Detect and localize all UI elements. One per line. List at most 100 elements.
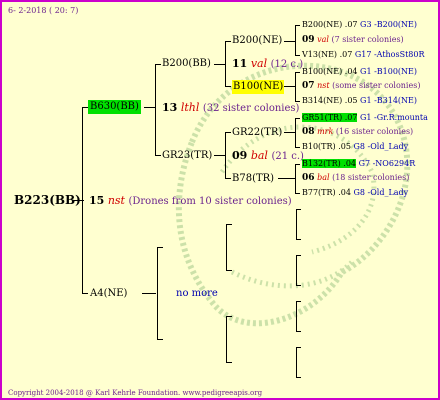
empty-bracket-1-vertical (226, 224, 227, 271)
connector-gen4-4-top (295, 164, 300, 165)
gen1-top-note: (32 sister colonies) (202, 103, 300, 114)
main-node-info: 15 nst (Drones from 10 sister colonies) (89, 194, 292, 209)
gen4-row-5-note: (some sister colonies) (332, 81, 421, 90)
connector-gen3b-top (225, 132, 231, 133)
connector-gen4-2-bottom (295, 101, 300, 102)
gen4-row-9: B10(TR) .05 G8 -Old_Lady (302, 140, 408, 154)
gen4-row-2-note: (7 sister colonies) (331, 35, 404, 44)
gen4-row-7-name: GR51(TR) .07 (302, 113, 358, 122)
connector-gen3b-bottom (225, 178, 231, 179)
header-date: 6- 2-2018 ( 20: 7) (8, 6, 79, 15)
gen2-a-info: 11 val (12 c.) (232, 57, 303, 72)
gen4-row-9-group: G8 -Old_Lady (353, 142, 409, 151)
gen4-row-6-group: G1 -B314(NE) (360, 96, 418, 105)
connector-gen4-1-vertical (295, 25, 296, 56)
empty-bracket-2-vertical (226, 316, 227, 363)
gen4-row-11-note: (18 sister colonies) (332, 173, 410, 182)
connector-gen1-bottom (82, 293, 88, 294)
gen4-row-11-code: bal (317, 173, 330, 182)
empty-bracket-4-vertical (296, 255, 297, 286)
connector-gen4-3-top (295, 118, 300, 119)
gen3-b2-name: B78(TR) (232, 173, 275, 184)
connector-gen3a-vertical (225, 41, 226, 87)
gen2-b-note: (21 c.) (271, 151, 304, 162)
empty-bracket-6-bottom (296, 377, 301, 378)
gen1-top-code: lthl (180, 101, 200, 114)
gen4-row-8-note: (16 sister colonies) (335, 127, 414, 136)
empty-bracket-6-vertical (296, 347, 297, 378)
connector-a4-top (157, 247, 163, 248)
connector-gen4-3-bottom (295, 147, 300, 148)
connector-gen2-vertical (155, 64, 156, 156)
connector-a4-vertical (157, 247, 158, 339)
empty-bracket-6-top (296, 347, 301, 348)
connector-gen4-1-top (295, 25, 300, 26)
empty-bracket-1-top (226, 224, 232, 225)
connector-gen3a-bottom (225, 86, 231, 87)
gen4-row-8: 08 mrk (16 sister colonies) (302, 125, 413, 139)
gen4-row-11-num: 06 (302, 173, 315, 183)
connector-gen4-2-top (295, 72, 300, 73)
gen2-b-num: 09 (232, 149, 248, 162)
gen4-row-12-name: B77(TR) .04 (302, 188, 351, 197)
gen1-top-name: B630(BB) (88, 100, 141, 114)
connector-a4 (142, 293, 156, 294)
gen4-row-2-num: 09 (302, 35, 315, 45)
gen4-row-7: GR51(TR) .07 G1 -Gr.R.mounta (302, 111, 428, 125)
gen2-b-code: bal (250, 149, 268, 162)
empty-bracket-2-bottom (226, 362, 232, 363)
gen4-row-9-name: B10(TR) .05 (302, 142, 351, 151)
gen2-a-name: B200(BB) (162, 58, 211, 69)
empty-bracket-3-vertical (296, 209, 297, 240)
gen4-row-10: B132(TR) .04 G7 -NO6294R (302, 157, 415, 171)
gen2-a-note: (12 c.) (270, 59, 304, 70)
empty-bracket-4-bottom (296, 285, 301, 286)
gen4-row-6-name: B314(NE) .05 (302, 96, 358, 105)
gen2-b-info: 09 bal (21 c.) (232, 149, 304, 164)
connector-gen4-4-vertical (295, 164, 296, 194)
gen4-row-1-name: B200(NE) .07 (302, 20, 358, 29)
gen1-top-num: 13 (162, 101, 178, 114)
gen4-row-7-group: G1 -Gr.R.mounta (360, 113, 428, 122)
gen4-row-5-num: 07 (302, 81, 315, 91)
connector-a4-bottom (157, 339, 163, 340)
gen4-row-11: 06 bal (18 sister colonies) (302, 171, 409, 185)
main-node-note: (Drones from 10 sister colonies) (128, 196, 292, 207)
gen1-top-info: 13 lthl (32 sister colonies) (162, 101, 299, 116)
connector-gen4-4-bottom (295, 193, 300, 194)
gen1-bottom-note: no more (176, 288, 218, 299)
empty-bracket-3-top (296, 209, 301, 210)
gen4-row-10-name: B132(TR) .04 (302, 159, 357, 168)
empty-bracket-3-bottom (296, 239, 301, 240)
main-node-name: B223(BB) (14, 193, 81, 207)
gen2-b-name: GR23(TR) (162, 150, 213, 161)
gen3-a1-name: B200(NE) (232, 35, 283, 46)
gen4-row-1: B200(NE) .07 G3 -B200(NE) (302, 18, 417, 32)
empty-bracket-2-top (226, 316, 232, 317)
gen2-a-code: val (250, 57, 268, 70)
connector-gen4-2-vertical (295, 72, 296, 102)
gen4-row-4: B100(NE) .04 G1 -B100(NE) (302, 65, 417, 79)
gen4-row-2: 09 val (7 sister colonies) (302, 33, 404, 47)
connector-gen4-3-vertical (295, 118, 296, 148)
connector-gen3b-vertical (225, 132, 226, 179)
gen4-row-5: 07 nst (some sister colonies) (302, 79, 420, 93)
gen4-row-4-group: G1 -B100(NE) (360, 67, 418, 76)
empty-bracket-5-vertical (296, 301, 297, 332)
gen3-a2-name: B100(NE) (232, 80, 285, 94)
gen4-row-6: B314(NE) .05 G1 -B314(NE) (302, 94, 417, 108)
gen2-a-num: 11 (232, 57, 248, 70)
main-node-code: nst (107, 194, 125, 207)
connector-gen3a-top (225, 41, 231, 42)
empty-bracket-5-top (296, 301, 301, 302)
pedigree-frame: 6- 2-2018 ( 20: 7) B223(BB) 15 nst (Dron… (0, 0, 440, 400)
gen4-row-10-group: G7 -NO6294R (358, 159, 416, 168)
empty-bracket-4-top (296, 255, 301, 256)
gen4-row-1-group: G3 -B200(NE) (360, 20, 418, 29)
empty-bracket-1-bottom (226, 270, 232, 271)
gen4-row-12: B77(TR) .04 G8 -Old_Lady (302, 186, 408, 200)
gen4-row-3-group: G17 -AthosSt80R (354, 50, 425, 59)
connector-gen2-bottom (155, 155, 161, 156)
gen4-row-2-code: val (317, 35, 329, 44)
gen4-row-8-code: mrk (317, 127, 334, 136)
